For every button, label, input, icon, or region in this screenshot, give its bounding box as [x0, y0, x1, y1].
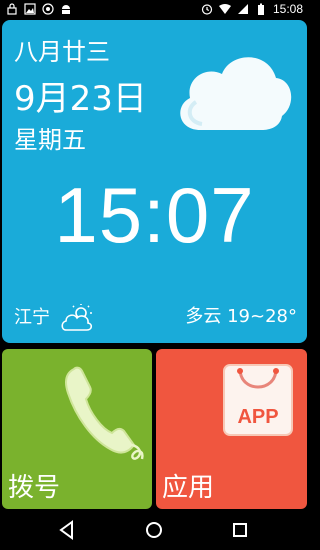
cellular-icon — [237, 4, 248, 14]
dial-label: 拨号 — [8, 473, 61, 503]
clock-time: 15:07 — [54, 171, 255, 259]
weekday-text: 星期五 — [14, 126, 86, 154]
android-icon — [62, 5, 70, 14]
weather-clock-widget[interactable]: 八月廿三 9月23日 星期五 15:07 江宁 多云 19~28° — [2, 20, 307, 343]
cloud-icon — [180, 57, 292, 130]
signal-app-icon — [42, 3, 54, 15]
status-bar: 15:08 — [0, 0, 309, 20]
apps-label: 应用 — [162, 473, 215, 503]
weather-summary: 多云 19~28° — [185, 306, 297, 327]
wifi-icon — [218, 4, 231, 14]
apps-tile[interactable]: APP 应用 — [156, 349, 307, 509]
home-icon[interactable] — [143, 519, 165, 541]
alarm-icon — [201, 4, 213, 15]
phone-icon — [65, 366, 144, 460]
back-icon[interactable] — [56, 519, 78, 541]
battery-icon — [257, 3, 264, 15]
date-text: 9月23日 — [14, 79, 147, 119]
dial-tile[interactable]: 拨号 — [2, 349, 152, 509]
lock-icon — [7, 3, 17, 15]
recents-icon[interactable] — [229, 519, 251, 541]
partly-cloudy-icon — [61, 304, 93, 331]
app-store-icon: APP — [223, 364, 293, 436]
image-icon — [24, 3, 36, 15]
city-name: 江宁 — [14, 307, 50, 328]
navigation-bar — [0, 509, 309, 550]
lunar-date: 八月廿三 — [14, 38, 110, 66]
app-icon-text: APP — [237, 406, 278, 428]
status-time: 15:08 — [272, 2, 303, 16]
